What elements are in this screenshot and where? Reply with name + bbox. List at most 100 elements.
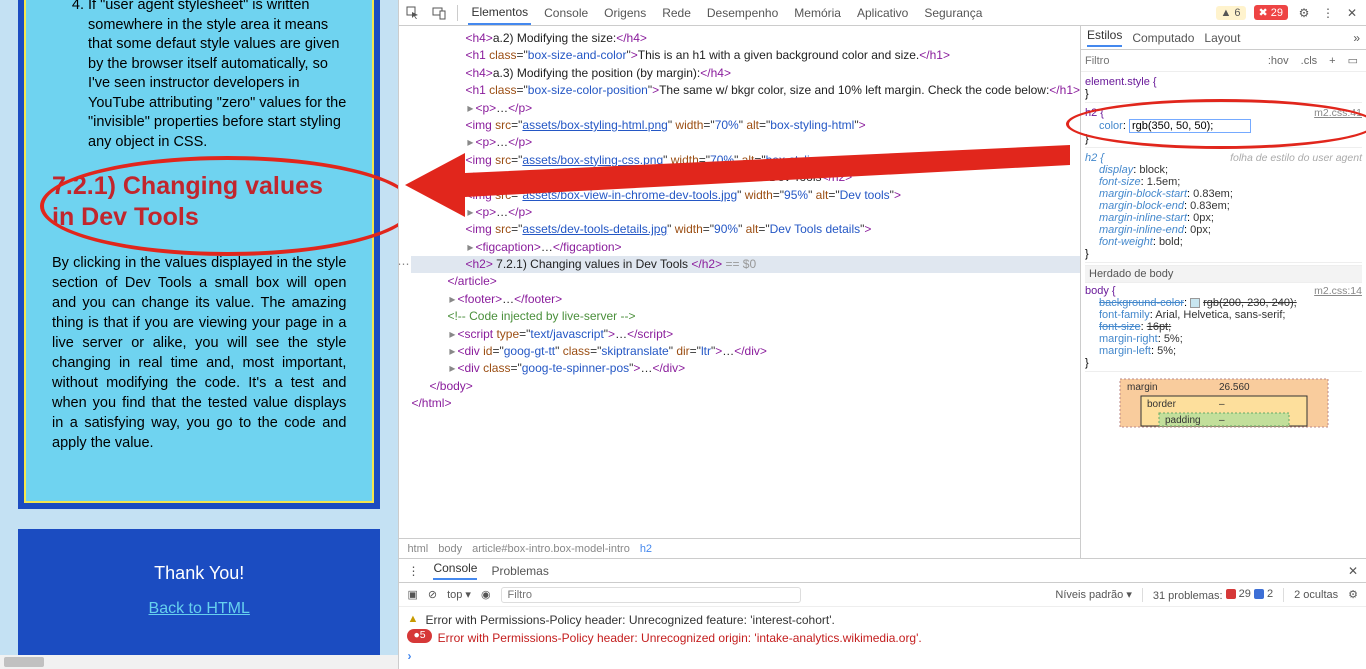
dom-comment: <!-- Code injected by live-server --> bbox=[411, 308, 1080, 325]
console-warning-message: Error with Permissions-Policy header: Un… bbox=[425, 611, 834, 629]
back-to-html-link[interactable]: Back to HTML bbox=[149, 600, 250, 617]
prop-name[interactable]: color bbox=[1099, 120, 1123, 132]
error-repeat-count: 5 bbox=[420, 628, 426, 644]
close-icon[interactable]: ✕ bbox=[1344, 5, 1360, 21]
tab-computado[interactable]: Computado bbox=[1132, 31, 1194, 45]
footer-thankyou: Thank You! bbox=[18, 563, 380, 584]
gear-icon[interactable]: ⚙ bbox=[1296, 5, 1312, 21]
dom-attr: ltr bbox=[701, 344, 711, 358]
list-item: If "user agent stylesheet" is written so… bbox=[88, 0, 346, 153]
selector-text: h2 { bbox=[1085, 107, 1104, 119]
tab-elementos[interactable]: Elementos bbox=[468, 1, 531, 25]
tab-aplicativo[interactable]: Aplicativo bbox=[854, 2, 911, 24]
source-link[interactable]: m2.css:14 bbox=[1314, 285, 1362, 297]
warning-triangle-icon: ▲ bbox=[407, 611, 419, 628]
dom-eq0: == $0 bbox=[725, 257, 756, 271]
dom-text: This is an h1 with a given background co… bbox=[638, 48, 920, 62]
crumb-h2[interactable]: h2 bbox=[640, 543, 652, 555]
styles-column: Estilos Computado Layout » :hov .cls + ▭… bbox=[1081, 26, 1366, 558]
hov-toggle[interactable]: :hov bbox=[1264, 54, 1293, 68]
styles-pane-icon[interactable]: ▭ bbox=[1344, 53, 1362, 68]
dom-text: The same w/ bkgr color, size and 10% lef… bbox=[659, 83, 1049, 97]
tab-layout[interactable]: Layout bbox=[1204, 31, 1240, 45]
svg-text:–: – bbox=[1219, 415, 1225, 426]
more-tabs-icon[interactable]: » bbox=[1353, 31, 1360, 45]
inherited-from-bar: Herdado de body bbox=[1085, 265, 1362, 283]
console-body[interactable]: ▲ Error with Permissions-Policy header: U… bbox=[399, 607, 1366, 669]
hidden-count[interactable]: 2 ocultas bbox=[1294, 589, 1338, 601]
console-filter-input[interactable] bbox=[501, 587, 801, 603]
rule-element-style[interactable]: element.style {} bbox=[1085, 74, 1362, 103]
cls-toggle[interactable]: .cls bbox=[1297, 54, 1322, 68]
dom-text: a.3) Modifying the position (by margin): bbox=[493, 66, 700, 80]
tab-origens[interactable]: Origens bbox=[601, 2, 649, 24]
drawer-tab-console[interactable]: Console bbox=[433, 561, 477, 580]
toolbar-error-badge[interactable]: ✖ 29 bbox=[1254, 5, 1288, 20]
color-value-input[interactable]: rgb(350, 50, 50); bbox=[1129, 119, 1251, 133]
rule-body[interactable]: body { m2.css:14 background-color: rgb(2… bbox=[1085, 283, 1362, 372]
dom-src[interactable]: assets/dev-tools-details.jpg bbox=[522, 222, 667, 236]
dom-src[interactable]: assets/box-styling-css.png bbox=[522, 153, 663, 167]
horizontal-scrollbar[interactable] bbox=[0, 655, 398, 669]
dom-text: 7.2.1) Changing values in Dev Tools bbox=[493, 257, 692, 271]
dom-selected-node[interactable]: <h2> 7.2.1) Changing values in Dev Tools… bbox=[411, 256, 1080, 273]
source-link[interactable]: m2.css:41 bbox=[1314, 107, 1362, 119]
log-levels-select[interactable]: Níveis padrão ▾ bbox=[1055, 588, 1131, 601]
styles-filter-row: :hov .cls + ▭ bbox=[1081, 50, 1366, 72]
drawer-tab-problemas[interactable]: Problemas bbox=[491, 564, 548, 578]
styles-tabbar: Estilos Computado Layout » bbox=[1081, 26, 1366, 50]
dom-tree[interactable]: <h4>a.2) Modifying the size:</h4> <h1 cl… bbox=[399, 26, 1080, 538]
drawer-tabbar: ⋮ Console Problemas ✕ bbox=[399, 559, 1366, 583]
dom-src[interactable]: assets/box-styling-html.png bbox=[522, 118, 667, 132]
drawer-kebab-icon[interactable]: ⋮ bbox=[407, 564, 419, 578]
breadcrumb[interactable]: html body article#box-intro.box-model-in… bbox=[399, 538, 1080, 558]
dom-tag: h2 bbox=[472, 257, 485, 271]
dom-attr: box-size-and-color bbox=[528, 48, 627, 62]
warning-count: 6 bbox=[1234, 7, 1240, 19]
problems-info-count: 2 bbox=[1267, 588, 1273, 600]
add-rule-button[interactable]: + bbox=[1325, 54, 1339, 68]
section-paragraph: By clicking in the values displayed in t… bbox=[52, 253, 346, 453]
dom-attr: box-styling-html bbox=[770, 118, 854, 132]
kebab-icon[interactable]: ⋮ bbox=[1320, 5, 1336, 21]
tab-memoria[interactable]: Memória bbox=[791, 2, 844, 24]
execution-context-select[interactable]: top ▾ bbox=[447, 588, 471, 601]
crumb-article[interactable]: article#box-intro.box-model-intro bbox=[472, 543, 630, 555]
styles-filter-input[interactable] bbox=[1085, 55, 1260, 67]
problems-error-count: 29 bbox=[1239, 588, 1251, 600]
dom-attr: Dev tools bbox=[840, 188, 890, 202]
margin-top-value: 26.560 bbox=[1219, 382, 1250, 393]
tab-desempenho[interactable]: Desempenho bbox=[704, 2, 781, 24]
styles-rules[interactable]: element.style {} h2 { m2.css:41 color: r… bbox=[1081, 72, 1366, 558]
dom-attr: box-size-color-position bbox=[528, 83, 648, 97]
inherited-label: Herdado de body bbox=[1089, 268, 1173, 280]
rule-h2[interactable]: h2 { m2.css:41 color: rgb(350, 50, 50); … bbox=[1085, 105, 1362, 148]
border-label: border bbox=[1147, 399, 1177, 410]
tab-console[interactable]: Console bbox=[541, 2, 591, 24]
console-sidebar-icon[interactable]: ▣ bbox=[407, 588, 417, 601]
dom-text: a.2) Modifying the size: bbox=[493, 31, 616, 45]
error-repeat-badge: ● 5 bbox=[407, 629, 431, 643]
page-viewport: If "user agent stylesheet" is written so… bbox=[0, 0, 398, 669]
dom-attr: skiptranslate bbox=[601, 344, 668, 358]
console-gear-icon[interactable]: ⚙ bbox=[1348, 588, 1358, 601]
crumb-body[interactable]: body bbox=[438, 543, 462, 555]
page-footer: Thank You! Back to HTML bbox=[18, 529, 380, 658]
box-model-diagram[interactable]: margin 26.560 border – padding – bbox=[1119, 378, 1329, 428]
tab-seguranca[interactable]: Segurança bbox=[921, 2, 985, 24]
toolbar-warning-badge[interactable]: ▲ 6 bbox=[1216, 6, 1246, 20]
clear-console-icon[interactable]: ⊘ bbox=[428, 588, 437, 601]
device-toggle-icon[interactable] bbox=[431, 5, 447, 21]
console-prompt-icon[interactable]: › bbox=[407, 647, 411, 665]
drawer-close-icon[interactable]: ✕ bbox=[1348, 564, 1358, 578]
problems-summary[interactable]: 31 problemas: 29 2 bbox=[1153, 588, 1273, 602]
tab-rede[interactable]: Rede bbox=[659, 2, 694, 24]
dom-src[interactable]: assets/box-view-in-chrome-dev-tools.jpg bbox=[522, 188, 737, 202]
crumb-html[interactable]: html bbox=[407, 543, 428, 555]
console-drawer: ⋮ Console Problemas ✕ ▣ ⊘ top ▾ ◉ Níveis… bbox=[399, 558, 1366, 669]
inspect-icon[interactable] bbox=[405, 5, 421, 21]
rule-h2-ua: h2 { folha de estilo do user agent displ… bbox=[1085, 150, 1362, 263]
tab-estilos[interactable]: Estilos bbox=[1087, 28, 1122, 47]
scrollbar-thumb[interactable] bbox=[4, 657, 44, 667]
live-expression-icon[interactable]: ◉ bbox=[481, 588, 491, 601]
